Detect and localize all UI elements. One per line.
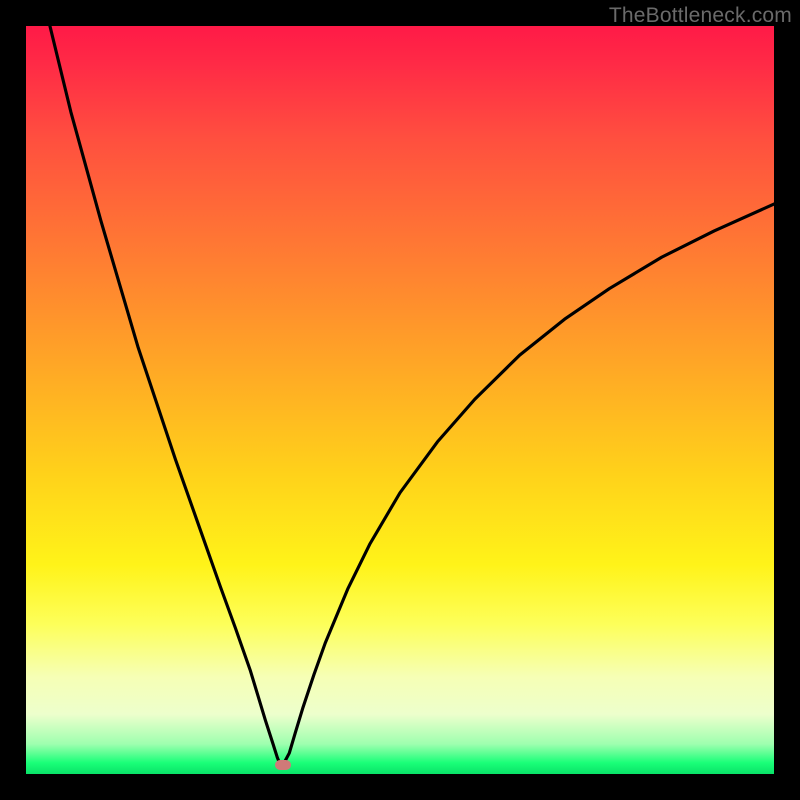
chart-frame <box>26 26 774 774</box>
watermark-text: TheBottleneck.com <box>609 4 792 28</box>
bottleneck-curve <box>26 26 774 774</box>
curve-minimum-marker <box>275 760 291 770</box>
